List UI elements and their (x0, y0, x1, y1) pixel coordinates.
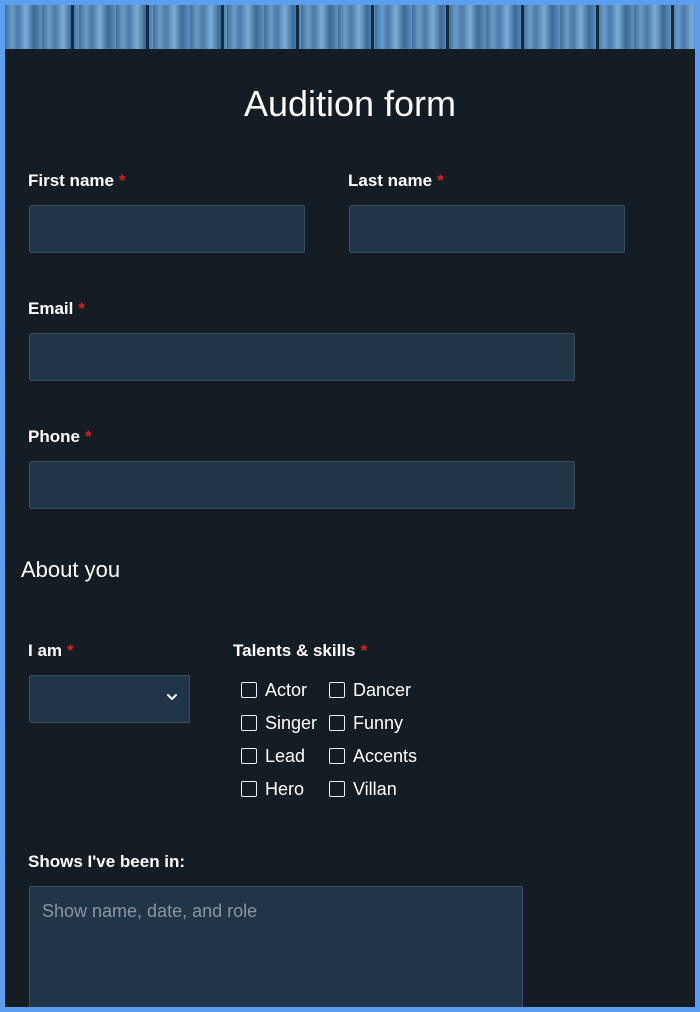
checkbox[interactable] (329, 682, 345, 698)
talent-option-label: Dancer (353, 680, 412, 700)
page-title: Audition form (243, 83, 457, 124)
required-marker: * (78, 299, 85, 318)
talent-option-label: Actor (265, 680, 308, 700)
email-label-text: Email (28, 299, 74, 318)
first-name-label: First name * (28, 171, 126, 191)
talent-option-label: Funny (353, 713, 404, 733)
required-marker: * (67, 641, 74, 660)
form-container: Audition form First name * Last name * Ema… (5, 5, 695, 1007)
first-name-label-text: First name (28, 171, 114, 190)
checkbox[interactable] (241, 781, 257, 797)
checkbox[interactable] (329, 748, 345, 764)
talent-option-actor[interactable]: Actor (241, 679, 307, 701)
checkbox[interactable] (241, 748, 257, 764)
talent-option-label: Accents (353, 746, 418, 766)
talent-option-villan[interactable]: Villan (329, 778, 397, 800)
last-name-label-text: Last name (348, 171, 433, 190)
required-marker: * (84, 427, 92, 446)
phone-input[interactable] (29, 461, 575, 509)
talents-label: Talents & skills * (233, 641, 367, 661)
i-am-select[interactable] (29, 675, 190, 723)
talent-option-hero[interactable]: Hero (241, 778, 304, 800)
talent-option-funny[interactable]: Funny (329, 712, 403, 734)
talent-option-label: Hero (265, 779, 305, 799)
last-name-input[interactable] (349, 205, 625, 253)
email-input[interactable] (29, 333, 575, 381)
talents-label-text: Talents & skills (233, 641, 356, 660)
i-am-label-text: I am (28, 641, 63, 660)
wood-banner-image (5, 5, 695, 49)
about-you-heading: About you (21, 557, 121, 582)
i-am-label: I am * (28, 641, 74, 661)
checkbox[interactable] (329, 781, 345, 797)
talent-option-dancer[interactable]: Dancer (329, 679, 411, 701)
checkbox[interactable] (241, 715, 257, 731)
phone-label-text: Phone (28, 427, 80, 446)
checkbox[interactable] (241, 682, 257, 698)
talent-option-singer[interactable]: Singer (241, 712, 317, 734)
talent-option-label: Villan (353, 779, 397, 799)
chevron-down-icon (167, 694, 177, 700)
phone-label: Phone * (28, 427, 92, 447)
required-marker: * (437, 171, 444, 190)
shows-label: Shows I've been in: (28, 852, 186, 871)
last-name-label: Last name * (348, 171, 444, 191)
shows-placeholder: Show name, date, and role (42, 901, 258, 921)
email-label: Email * (28, 299, 85, 319)
first-name-input[interactable] (29, 205, 305, 253)
talent-option-lead[interactable]: Lead (241, 745, 305, 767)
checkbox[interactable] (329, 715, 345, 731)
shows-textarea[interactable]: Show name, date, and role (29, 886, 523, 1007)
required-marker: * (118, 171, 126, 190)
talent-option-label: Singer (265, 713, 318, 733)
talent-option-accents[interactable]: Accents (329, 745, 417, 767)
talent-option-label: Lead (265, 746, 306, 766)
required-marker: * (360, 641, 368, 660)
